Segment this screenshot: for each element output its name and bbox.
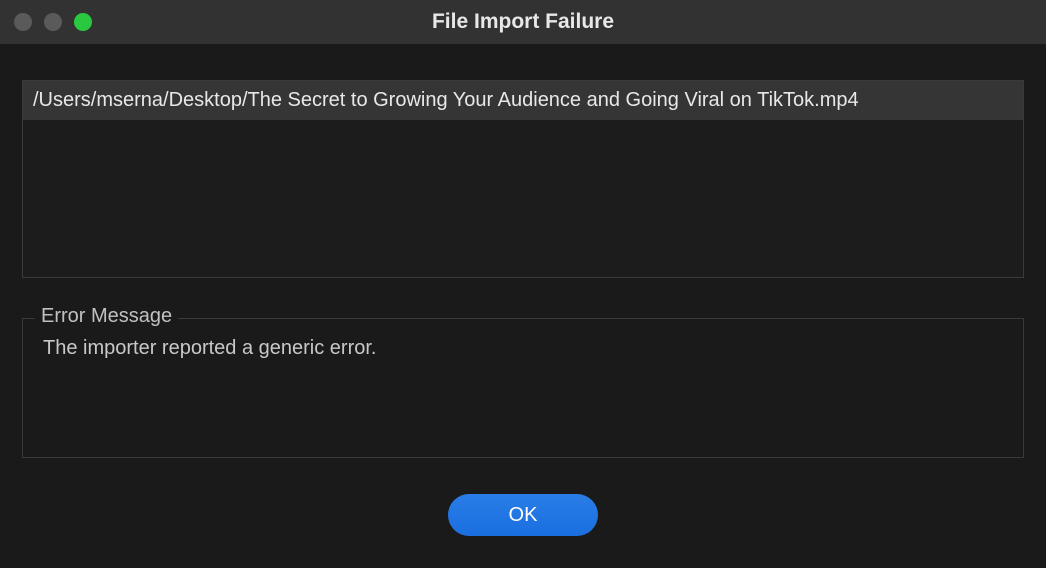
ok-button[interactable]: OK	[448, 494, 598, 536]
error-legend: Error Message	[35, 305, 178, 328]
titlebar: File Import Failure	[0, 0, 1046, 44]
minimize-icon[interactable]	[44, 13, 62, 31]
maximize-icon[interactable]	[74, 13, 92, 31]
file-list-panel: /Users/mserna/Desktop/The Secret to Grow…	[22, 80, 1024, 278]
content-area: /Users/mserna/Desktop/The Secret to Grow…	[0, 44, 1046, 536]
error-message: The importer reported a generic error.	[39, 337, 1007, 360]
file-list-item[interactable]: /Users/mserna/Desktop/The Secret to Grow…	[23, 81, 1023, 120]
window-title: File Import Failure	[432, 10, 614, 34]
error-section: Error Message The importer reported a ge…	[22, 318, 1024, 458]
close-icon[interactable]	[14, 13, 32, 31]
traffic-lights	[0, 13, 92, 31]
error-fieldset: Error Message The importer reported a ge…	[22, 318, 1024, 458]
button-row: OK	[22, 494, 1024, 536]
